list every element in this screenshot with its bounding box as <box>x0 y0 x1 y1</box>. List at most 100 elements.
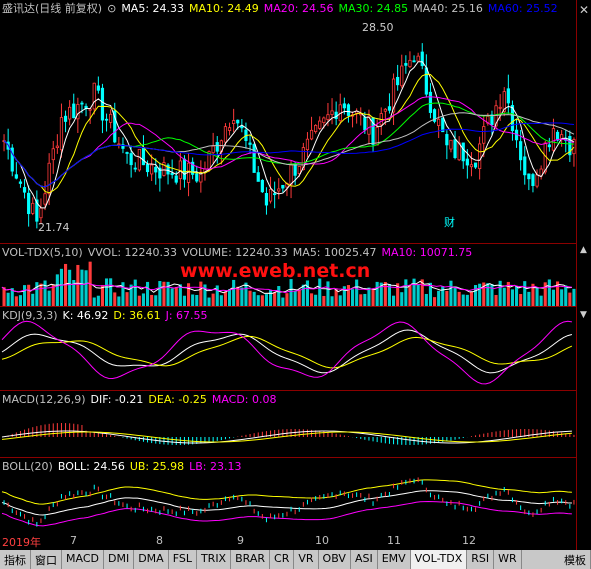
candle-body <box>445 134 449 146</box>
candle-body <box>482 126 486 144</box>
candle-body <box>506 88 510 104</box>
tab-dma[interactable]: DMA <box>134 550 169 569</box>
volume-bar <box>162 281 166 306</box>
volume-bar <box>113 292 117 306</box>
scroll-down-icon[interactable]: ▼ <box>580 310 587 320</box>
candle-body <box>14 174 18 179</box>
volume-bar <box>273 292 277 306</box>
tab-macd[interactable]: MACD <box>62 550 104 569</box>
volume-bar <box>502 287 506 306</box>
volume-bar <box>43 280 47 306</box>
candlestick-chart[interactable] <box>0 0 576 243</box>
volume-bar <box>515 286 519 306</box>
watermark-text: www.eweb.net.cn <box>180 260 371 282</box>
candle-body <box>141 147 146 166</box>
volume-bar <box>490 284 494 306</box>
volume-bar <box>297 289 301 306</box>
tab-模板[interactable]: 模板 <box>560 550 591 569</box>
tab-指标[interactable]: 指标 <box>0 550 31 569</box>
boll-pane[interactable]: BOLL(20) BOLL: 24.56 UB: 25.98 LB: 23.13 <box>0 457 576 534</box>
volume-bar <box>551 289 555 306</box>
volume-bar <box>351 289 355 306</box>
tab-trix[interactable]: TRIX <box>197 550 232 569</box>
volume-bar <box>318 278 322 306</box>
volume-bar <box>27 284 31 306</box>
volume-bar <box>371 289 375 306</box>
candle-body <box>309 129 314 140</box>
volume-bar <box>59 268 63 306</box>
volume-bar <box>461 294 465 306</box>
volume-bar <box>539 295 543 306</box>
right-sidebar: ✕ ▲ ▼ <box>576 0 591 550</box>
time-label-0: 2019年 <box>2 536 41 549</box>
time-axis: 2019年 7 8 9 10 11 12 <box>0 533 576 549</box>
candle-body <box>154 166 158 173</box>
candle-body <box>43 193 47 205</box>
candle-body <box>383 108 387 112</box>
candle-body <box>129 153 133 166</box>
volume-bar <box>31 293 35 306</box>
macd-pane[interactable]: MACD(12,26,9) DIF: -0.21 DEA: -0.25 MACD: 0… <box>0 390 576 458</box>
volume-bar <box>55 274 59 306</box>
volume-bar <box>383 281 387 306</box>
volume-bar <box>293 290 297 306</box>
tab-窗口[interactable]: 窗口 <box>31 550 62 569</box>
boll-item-0: BOLL(20) <box>2 460 53 473</box>
volume-bar <box>191 294 195 306</box>
tab-rsi[interactable]: RSI <box>467 550 495 569</box>
tab-fsl[interactable]: FSL <box>169 550 197 569</box>
time-label-3: 9 <box>237 534 244 547</box>
financial-marker[interactable]: 财 <box>444 214 455 230</box>
volume-bar <box>170 288 174 306</box>
tab-obv[interactable]: OBV <box>319 550 351 569</box>
ma60-line <box>3 122 575 188</box>
volume-bar <box>154 295 158 306</box>
candle-body <box>88 108 92 111</box>
volume-bar <box>330 296 334 306</box>
candle-body <box>256 172 260 182</box>
tab-cr[interactable]: CR <box>270 550 295 569</box>
tab-emv[interactable]: EMV <box>378 550 411 569</box>
volume-bar <box>334 289 338 306</box>
volume-bar <box>527 291 531 306</box>
volume-bar <box>211 293 215 306</box>
tab-vol-tdx[interactable]: VOL-TDX <box>410 550 468 569</box>
scroll-up-icon[interactable]: ▲ <box>580 245 587 255</box>
tab-vr[interactable]: VR <box>294 550 319 569</box>
candle-body <box>68 106 72 120</box>
volume-bar <box>375 281 379 306</box>
tab-brar[interactable]: BRAR <box>231 550 271 569</box>
candle-body <box>473 162 478 168</box>
volume-bar <box>453 286 457 306</box>
time-label-1: 7 <box>70 534 77 547</box>
candle-body <box>387 106 392 111</box>
ma-toggle-icon[interactable]: ⊙ <box>107 2 116 15</box>
close-icon[interactable]: ✕ <box>579 3 589 17</box>
tab-dmi[interactable]: DMI <box>104 550 135 569</box>
volume-bar <box>244 282 248 306</box>
ma40-line <box>3 112 575 188</box>
tab-wr[interactable]: WR <box>494 550 522 569</box>
tab-asi[interactable]: ASI <box>351 550 378 569</box>
candle-body <box>469 164 474 168</box>
candle-body <box>150 164 154 175</box>
price-pane[interactable]: 盛讯达(日线 前复权) ⊙ MA5: 24.33 MA10: 24.49 MA20: 2… <box>0 0 576 243</box>
candle-body <box>170 172 174 176</box>
volume-bar <box>547 279 551 306</box>
volume-bar <box>408 285 412 306</box>
volume-bar <box>564 285 568 306</box>
macd-header: MACD(12,26,9) DIF: -0.21 DEA: -0.25 MACD: 0… <box>2 393 282 406</box>
candle-body <box>215 142 219 152</box>
volume-bar <box>277 286 281 306</box>
kdj-pane[interactable]: KDJ(9,3,3) K: 46.92 D: 36.61 J: 67.55 <box>0 306 576 391</box>
boll-header: BOLL(20) BOLL: 24.56 UB: 25.98 LB: 23.13 <box>2 460 247 473</box>
volume-bar <box>305 280 309 306</box>
boll-item-3: LB: 23.13 <box>189 460 242 473</box>
ma-item-0: MA5: 24.33 <box>121 2 185 15</box>
volume-bar <box>498 280 502 306</box>
candle-body <box>535 174 539 187</box>
volume-bar <box>187 283 191 306</box>
volume-bar <box>478 283 482 306</box>
boll-ub-line <box>1 479 572 505</box>
volume-bar <box>301 284 305 306</box>
